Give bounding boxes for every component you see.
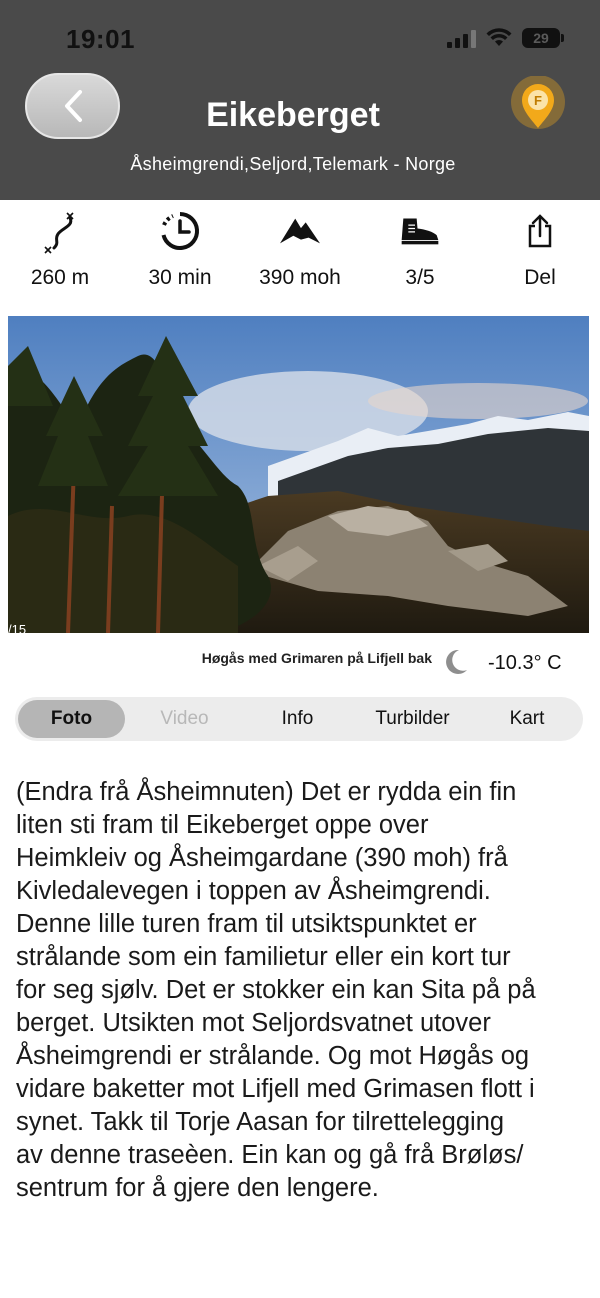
tab-foto[interactable]: Foto — [18, 700, 125, 738]
temperature: -10.3° C — [488, 652, 562, 674]
map-pin-icon[interactable]: F — [508, 76, 568, 136]
stat-distance: 260 m — [0, 200, 120, 308]
photo-counter: /15 — [8, 622, 27, 637]
distance-value: 260 m — [30, 266, 90, 289]
share-button[interactable]: Del — [480, 200, 600, 308]
header-bar: 19:01 29 Eikeberget Åsheimgrendi,Seljord… — [0, 0, 600, 200]
photo-caption: Høgås med Grimaren på Lifjell bak — [201, 650, 432, 666]
tab-video[interactable]: Video — [131, 700, 238, 738]
stat-difficulty: 3/5 — [360, 200, 480, 308]
tab-bar: Foto Video Info Turbilder Kart — [15, 697, 583, 741]
location-subtitle: Åsheimgrendi,Seljord,Telemark - Norge — [130, 154, 456, 174]
elevation-value: 390 moh — [259, 266, 341, 289]
wifi-icon — [486, 28, 512, 46]
clock-history-icon — [160, 208, 200, 254]
battery-level: 29 — [533, 30, 549, 46]
status-icons: 29 — [447, 28, 564, 48]
route-icon — [40, 208, 80, 254]
stat-elevation: 390 moh — [240, 200, 360, 308]
page-title: Eikeberget — [206, 96, 380, 134]
hiking-boot-icon — [400, 208, 440, 254]
tab-kart[interactable]: Kart — [474, 700, 580, 738]
landscape-image — [8, 316, 589, 633]
duration-value: 30 min — [148, 266, 212, 289]
share-label: Del — [524, 266, 556, 289]
trail-photo[interactable] — [8, 316, 589, 633]
pin-letter: F — [534, 93, 542, 108]
battery-icon: 29 — [522, 28, 564, 48]
difficulty-value: 3/5 — [405, 266, 435, 289]
cellular-signal-icon — [447, 28, 476, 48]
mountain-icon — [280, 208, 320, 254]
status-time: 19:01 — [66, 24, 135, 54]
share-icon — [520, 208, 560, 254]
stat-duration: 30 min — [120, 200, 240, 308]
trail-stats: 260 m 30 min 390 moh 3/5 Del — [0, 200, 600, 308]
tab-info[interactable]: Info — [244, 700, 351, 738]
trail-description: (Endra frå Åsheimnuten) Det er rydda ein… — [16, 778, 536, 1202]
moon-icon — [446, 649, 467, 674]
tab-turbilder[interactable]: Turbilder — [357, 700, 468, 738]
